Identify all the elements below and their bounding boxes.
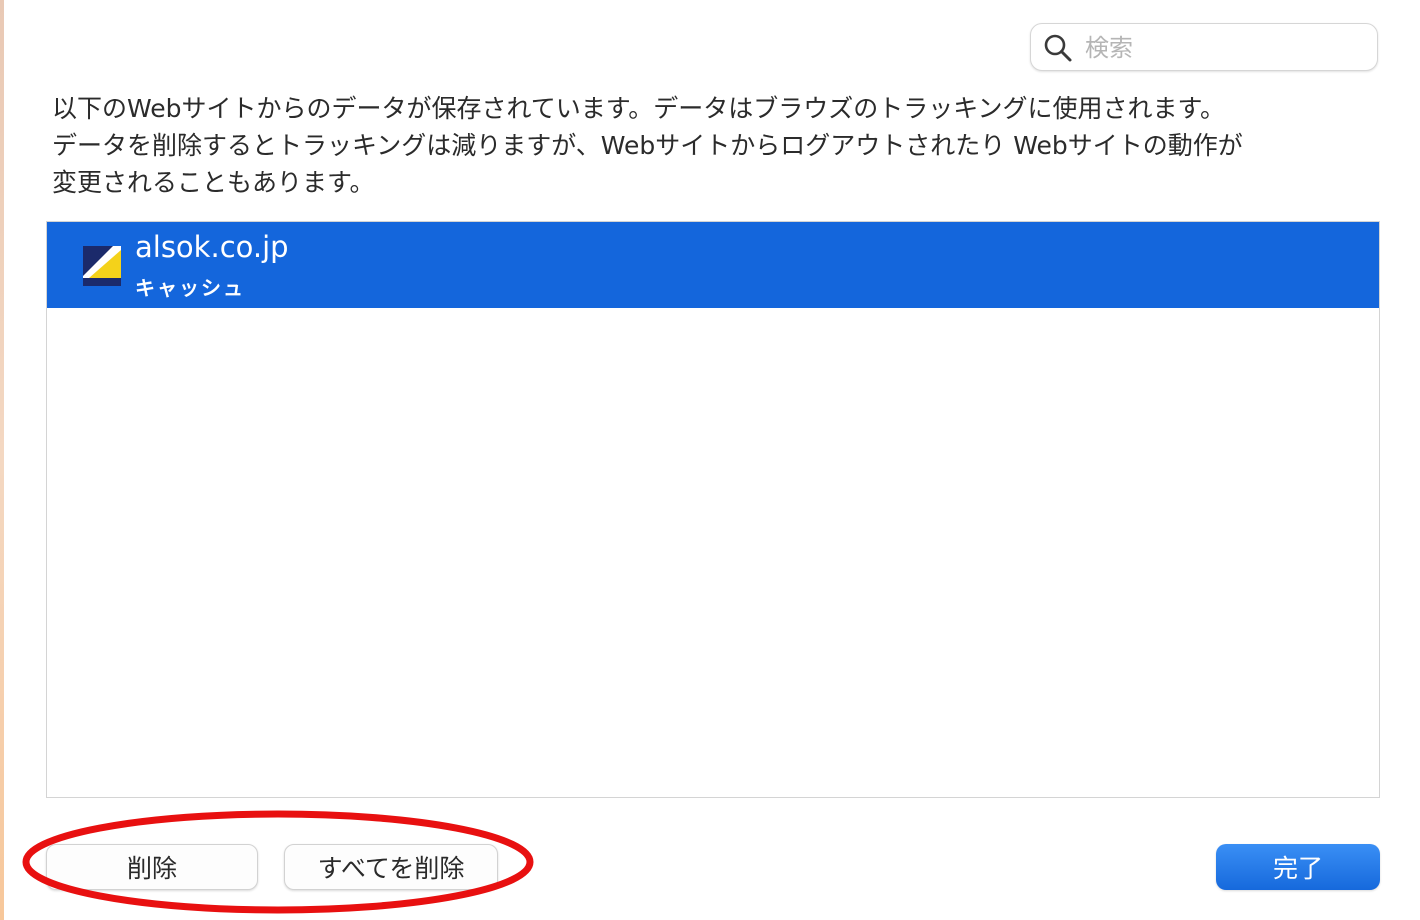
description-line: 変更されることもあります。 bbox=[52, 168, 375, 197]
site-domain: alsok.co.jp bbox=[135, 230, 289, 264]
search-input[interactable] bbox=[1083, 24, 1367, 72]
list-item-selected[interactable]: alsok.co.jp キャッシュ bbox=[47, 222, 1379, 308]
description-text: 以下のWebサイトからのデータが保存されています。データはブラウズのトラッキング… bbox=[52, 90, 1382, 201]
description-line: 以下のWebサイトからのデータが保存されています。データはブラウズのトラッキング… bbox=[52, 94, 1226, 123]
window-edge bbox=[0, 0, 4, 920]
website-data-list[interactable]: alsok.co.jp キャッシュ bbox=[46, 221, 1380, 798]
delete-all-button[interactable]: すべてを削除 bbox=[284, 844, 498, 890]
alsok-favicon-icon bbox=[83, 246, 121, 286]
search-field[interactable] bbox=[1030, 23, 1378, 72]
description-line: データを削除するとトラッキングは減りますが、Webサイトからログアウトされたり … bbox=[52, 131, 1243, 160]
delete-button[interactable]: 削除 bbox=[46, 844, 258, 890]
site-data-type: キャッシュ bbox=[135, 276, 245, 300]
search-icon bbox=[1044, 34, 1072, 62]
done-button[interactable]: 完了 bbox=[1216, 844, 1380, 890]
